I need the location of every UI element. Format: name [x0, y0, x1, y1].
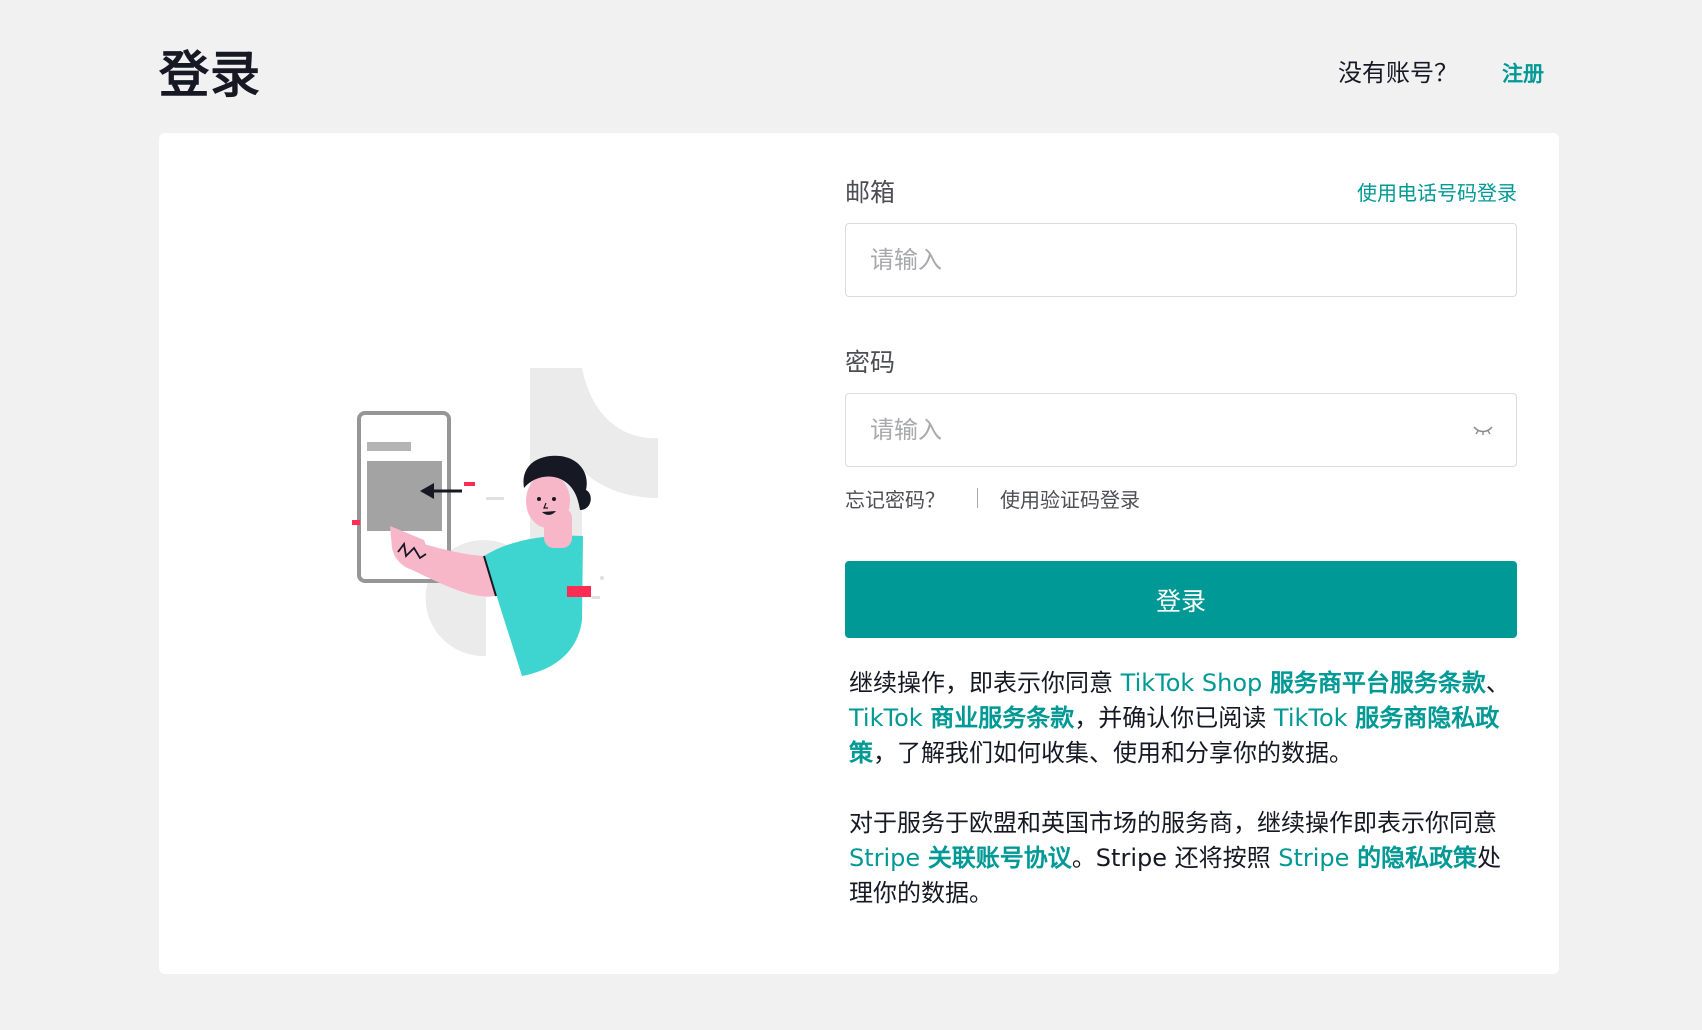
email-label: 邮箱: [845, 178, 896, 207]
stripe-brand: Stripe: [849, 844, 928, 872]
terms-text: 继续操作，即表示你同意: [849, 669, 1121, 697]
email-input[interactable]: [868, 245, 1494, 275]
forgot-password-link[interactable]: 忘记密码？: [845, 484, 945, 513]
stripe-paragraph: 对于服务于欧盟和英国市场的服务商，继续操作即表示你同意 Stripe 关联账号协…: [849, 806, 1525, 911]
login-button[interactable]: 登录: [845, 561, 1517, 638]
shop-provider-terms-link[interactable]: 服务商平台服务条款: [1270, 669, 1486, 697]
password-input[interactable]: [868, 415, 1472, 445]
stripe-privacy-policy-link[interactable]: 的隐私政策: [1357, 844, 1477, 872]
stripe-connected-account-link[interactable]: 关联账号协议: [928, 844, 1072, 872]
email-field: [845, 223, 1517, 297]
code-login-link[interactable]: 使用验证码登录: [1000, 484, 1140, 513]
email-label-row: 邮箱 使用电话号码登录: [845, 173, 1517, 209]
login-illustration: [352, 368, 658, 676]
signup-prompt: 没有账号？: [1338, 59, 1458, 87]
terms-text: ，了解我们如何收集、使用和分享你的数据。: [873, 739, 1353, 767]
password-field: [845, 393, 1517, 467]
login-form: 邮箱 使用电话号码登录 密码 忘记密码？ 使用验证码登录 登录 继续操作，即表示…: [845, 173, 1517, 911]
phone-login-link[interactable]: 使用电话号码登录: [1357, 177, 1517, 206]
business-terms-link[interactable]: 商业服务条款: [930, 704, 1074, 732]
terms-notice: 继续操作，即表示你同意 TikTok Shop 服务商平台服务条款、 TikTok…: [845, 666, 1525, 911]
terms-text: ，并确认你已阅读: [1074, 704, 1274, 732]
password-label-row: 密码: [845, 343, 1517, 379]
terms-brand: TikTok: [1273, 704, 1356, 732]
page-title: 登录: [159, 46, 261, 104]
password-helper-row: 忘记密码？ 使用验证码登录: [845, 481, 1517, 515]
signup-link[interactable]: 注册: [1502, 58, 1544, 90]
stripe-text: 。Stripe 还将按照: [1071, 844, 1279, 872]
eye-closed-icon[interactable]: [1472, 423, 1494, 437]
terms-brand: TikTok: [849, 704, 931, 732]
terms-text: 、: [1485, 669, 1510, 697]
terms-paragraph: 继续操作，即表示你同意 TikTok Shop 服务商平台服务条款、 TikTok…: [849, 666, 1525, 771]
character-shirt: [484, 535, 583, 676]
helper-divider: [977, 488, 978, 508]
character-face: [526, 474, 570, 528]
password-label: 密码: [845, 348, 896, 377]
stripe-text: 对于服务于欧盟和英国市场的服务商，继续操作即表示你同意: [849, 809, 1497, 837]
terms-brand: TikTok Shop: [1120, 669, 1270, 697]
login-card: 邮箱 使用电话号码登录 密码 忘记密码？ 使用验证码登录 登录 继续操作，即表示…: [159, 133, 1559, 974]
stripe-brand: Stripe: [1278, 844, 1358, 872]
